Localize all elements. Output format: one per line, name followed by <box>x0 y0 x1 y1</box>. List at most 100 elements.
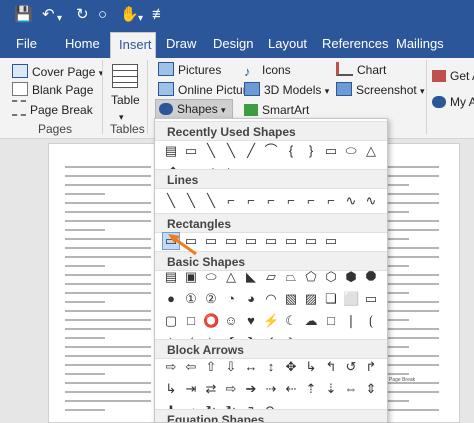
shape-option[interactable]: ↰ <box>323 359 339 375</box>
shape-option[interactable]: ⇧ <box>203 359 219 375</box>
shape-option[interactable]: ☁ <box>303 313 319 329</box>
shape-option[interactable]: ⇣ <box>323 381 339 397</box>
shape-option[interactable]: ⇕ <box>363 381 379 397</box>
shape-option[interactable]: ⌐ <box>243 193 259 209</box>
chart-button[interactable]: Chart <box>336 62 386 78</box>
shape-option[interactable]: } <box>303 143 319 159</box>
shape-option[interactable]: ⇠ <box>283 381 299 397</box>
shape-option[interactable]: ⇄ <box>203 381 219 397</box>
shape-option[interactable]: ▢ <box>163 313 179 329</box>
touch-icon[interactable]: ✋ <box>120 6 139 24</box>
touch-mode-icon[interactable]: ○ <box>98 6 107 24</box>
shape-option[interactable]: □ <box>183 313 199 329</box>
shape-option[interactable]: ▭ <box>183 143 199 159</box>
shape-option[interactable]: ╲ <box>203 143 219 159</box>
tab-file[interactable]: File <box>8 32 45 58</box>
shape-option[interactable]: ❏ <box>323 291 339 307</box>
shape-option[interactable]: ☺ <box>223 313 239 329</box>
shape-option[interactable]: ▤ <box>163 143 179 159</box>
shape-option[interactable]: ♥ <box>243 313 259 329</box>
shape-option[interactable]: △ <box>363 143 379 159</box>
shape-option[interactable]: ↕ <box>263 359 279 375</box>
shape-option[interactable]: ⬠ <box>303 269 319 285</box>
shape-option[interactable]: ▧ <box>283 291 299 307</box>
shape-option[interactable]: ⌐ <box>263 193 279 209</box>
shape-option[interactable]: ▭ <box>263 233 279 249</box>
shape-option[interactable]: ▭ <box>243 233 259 249</box>
shapes-button[interactable]: Shapes ▾ <box>155 99 233 120</box>
shape-option[interactable]: ⯃ <box>363 269 379 285</box>
undo-icon[interactable]: ↶ <box>42 6 55 24</box>
shape-option[interactable]: ⌐ <box>283 193 299 209</box>
page-break-button[interactable]: Page Break <box>12 100 93 118</box>
pictures-button[interactable]: Pictures <box>158 62 221 78</box>
icons-button[interactable]: ♪ Icons <box>244 62 291 79</box>
shape-option[interactable]: ⬜ <box>343 291 359 307</box>
shape-option[interactable]: ▤ <box>163 269 179 285</box>
table-button[interactable]: Table ▾ <box>111 92 140 125</box>
tab-draw[interactable]: Draw <box>158 32 204 58</box>
shape-option[interactable]: ▭ <box>162 232 180 250</box>
shape-option[interactable]: ╲ <box>163 193 179 209</box>
shape-option[interactable]: ⚡ <box>263 313 279 329</box>
shape-option[interactable]: ⌐ <box>303 193 319 209</box>
shape-option[interactable]: ◔ <box>223 291 239 307</box>
shape-option[interactable]: ╲ <box>203 193 219 209</box>
shape-option[interactable]: ⇥ <box>183 381 199 397</box>
save-icon[interactable]: 💾 <box>14 6 33 24</box>
cover-page-button[interactable]: Cover Page ▾ <box>12 64 103 81</box>
shape-option[interactable]: ➔ <box>243 381 259 397</box>
shape-option[interactable]: ▭ <box>223 233 239 249</box>
touch-dropdown-icon[interactable]: ▾ <box>138 10 143 28</box>
shape-option[interactable]: ◣ <box>243 269 259 285</box>
shape-option[interactable]: ❘ <box>343 313 359 329</box>
shape-option[interactable]: △ <box>223 269 239 285</box>
shape-option[interactable]: ▣ <box>183 269 199 285</box>
shape-option[interactable]: ▭ <box>283 233 299 249</box>
shape-option[interactable]: □ <box>323 313 339 329</box>
shape-option[interactable]: ⇦ <box>183 359 199 375</box>
tab-references[interactable]: References <box>314 32 396 58</box>
shape-option[interactable]: ✥ <box>283 359 299 375</box>
shape-option[interactable]: ⇡ <box>303 381 319 397</box>
smartart-button[interactable]: SmartArt <box>244 102 309 118</box>
shape-option[interactable]: ⇢ <box>263 381 279 397</box>
tab-mailings[interactable]: Mailings <box>388 32 452 58</box>
shape-option[interactable]: ↱ <box>363 359 379 375</box>
shape-option[interactable]: ↳ <box>163 381 179 397</box>
shape-option[interactable]: { <box>283 143 299 159</box>
blank-page-button[interactable]: Blank Page <box>12 82 93 98</box>
shape-option[interactable]: ▭ <box>203 233 219 249</box>
shape-option[interactable]: ╲ <box>223 143 239 159</box>
shape-option[interactable]: ⏢ <box>283 269 299 285</box>
tab-insert[interactable]: Insert <box>110 32 156 58</box>
shape-option[interactable]: ② <box>203 291 219 307</box>
shape-option[interactable]: ↳ <box>303 359 319 375</box>
shape-option[interactable]: ⬭ <box>343 143 359 159</box>
undo-dropdown-icon[interactable]: ▾ <box>57 10 62 28</box>
shape-option[interactable]: ↔ <box>243 359 259 375</box>
shape-option[interactable]: ◕ <box>243 291 259 307</box>
shape-option[interactable]: ∿ <box>343 193 359 209</box>
redo-icon[interactable]: ↻ <box>76 6 89 24</box>
shape-option[interactable]: ● <box>163 291 179 307</box>
shape-option[interactable]: ╱ <box>243 143 259 159</box>
shape-option[interactable]: ⌒ <box>263 143 279 159</box>
screenshot-button[interactable]: Screenshot ▾ <box>336 82 425 99</box>
shape-option[interactable]: ⌐ <box>323 193 339 209</box>
shape-option[interactable]: ⬡ <box>323 269 339 285</box>
shape-option[interactable]: ▭ <box>363 291 379 307</box>
3d-models-button[interactable]: 3D Models ▾ <box>244 82 329 99</box>
shape-option[interactable]: ⬭ <box>203 269 219 285</box>
shape-option[interactable]: ▭ <box>183 233 199 249</box>
shape-option[interactable]: ☾ <box>283 313 299 329</box>
shape-option[interactable]: ▱ <box>263 269 279 285</box>
my-addins-button[interactable]: My A <box>432 94 474 110</box>
shape-option[interactable]: ⇨ <box>223 381 239 397</box>
shape-option[interactable]: ╲ <box>183 193 199 209</box>
shape-option[interactable]: ① <box>183 291 199 307</box>
shape-option[interactable]: ▨ <box>303 291 319 307</box>
shape-option[interactable]: ⇔ <box>343 381 359 397</box>
shape-option[interactable]: ⬢ <box>343 269 359 285</box>
tab-design[interactable]: Design <box>205 32 261 58</box>
